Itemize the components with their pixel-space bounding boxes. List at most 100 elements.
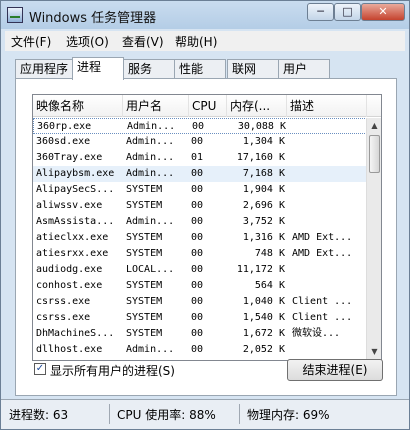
menu-bar: 文件(F) 选项(O) 查看(V) 帮助(H)	[5, 31, 405, 51]
process-row[interactable]: AlipaySecS... SYSTEM 00 1,904 K	[33, 182, 367, 198]
column-user-name[interactable]: 用户名	[123, 95, 189, 117]
process-cell-user: SYSTEM	[126, 280, 163, 291]
end-process-button[interactable]: 结束进程(E)	[287, 359, 383, 381]
process-row[interactable]: AsmAssista... Admin... 00 3,752 K	[33, 214, 367, 230]
process-cell-name: audiodg.exe	[36, 264, 103, 275]
process-cell-name: dllhost.exe	[36, 344, 103, 355]
menu-view[interactable]: 查看(V)	[122, 33, 164, 50]
process-cell-cpu: 00	[192, 121, 205, 132]
process-cell-desc: 微软设...	[292, 328, 341, 339]
process-list-scrollbar[interactable]: ▲ ▼	[366, 118, 381, 360]
show-all-users-checkbox[interactable]: ✓	[34, 363, 46, 375]
column-cpu[interactable]: CPU	[189, 95, 227, 117]
status-physical-memory: 物理内存: 69%	[247, 408, 330, 422]
scroll-down-arrow-icon[interactable]: ▼	[367, 344, 381, 360]
process-cell-name: AsmAssista...	[36, 216, 115, 227]
process-cell-name: 360Tray.exe	[36, 152, 103, 163]
tab-applications[interactable]: 应用程序	[15, 59, 73, 79]
process-cell-cpu: 00	[191, 296, 204, 307]
process-cell-user: Admin...	[126, 344, 175, 355]
column-image-name[interactable]: 映像名称	[33, 95, 123, 117]
tab-processes[interactable]: 进程	[72, 57, 124, 80]
process-cell-mem: 11,172 K	[236, 264, 285, 275]
process-row[interactable]: csrss.exe SYSTEM 00 1,540 K Client ...	[33, 310, 367, 326]
process-cell-user: Admin...	[126, 168, 175, 179]
process-cell-name: Alipaybsm.exe	[36, 168, 115, 179]
process-cell-mem: 1,316 K	[242, 232, 285, 243]
scrollbar-thumb[interactable]	[369, 135, 380, 173]
process-cell-user: SYSTEM	[126, 296, 163, 307]
process-cell-mem: 748 K	[254, 248, 285, 259]
process-cell-cpu: 01	[191, 152, 204, 163]
process-cell-cpu: 00	[191, 232, 204, 243]
task-manager-window: Windows 任务管理器 ─ □ ✕ 文件(F) 选项(O) 查看(V) 帮助…	[0, 0, 410, 430]
process-cell-mem: 7,168 K	[242, 168, 285, 179]
process-row[interactable]: DhMachineS... SYSTEM 00 1,672 K 微软设...	[33, 326, 367, 342]
process-cell-name: csrss.exe	[36, 312, 91, 323]
process-cell-cpu: 00	[191, 264, 204, 275]
menu-options[interactable]: 选项(O)	[66, 33, 109, 50]
process-row[interactable]: atieclxx.exe SYSTEM 00 1,316 K AMD Ext...	[33, 230, 367, 246]
process-row[interactable]: 360Tray.exe Admin... 01 17,160 K	[33, 150, 367, 166]
process-cell-mem: 1,672 K	[242, 328, 285, 339]
process-row[interactable]: 360rp.exe Admin... 00 30,088 K	[33, 118, 367, 134]
process-cell-cpu: 00	[191, 312, 204, 323]
process-row[interactable]: 360sd.exe Admin... 00 1,304 K	[33, 134, 367, 150]
process-row[interactable]: dllhost.exe Admin... 00 2,052 K	[33, 342, 367, 358]
window-title: Windows 任务管理器	[29, 11, 157, 26]
process-cell-user: SYSTEM	[126, 232, 163, 243]
process-cell-mem: 30,088 K	[237, 121, 286, 132]
process-cell-mem: 1,540 K	[242, 312, 285, 323]
menu-help[interactable]: 帮助(H)	[175, 33, 217, 50]
process-cell-name: 360rp.exe	[37, 121, 92, 132]
close-button[interactable]: ✕	[361, 3, 405, 21]
task-manager-icon	[7, 7, 23, 23]
menu-file[interactable]: 文件(F)	[11, 33, 51, 50]
scroll-up-arrow-icon[interactable]: ▲	[367, 118, 381, 134]
show-all-users-label: 显示所有用户的进程(S)	[50, 364, 175, 378]
process-cell-user: SYSTEM	[126, 200, 163, 211]
status-divider	[109, 404, 110, 424]
process-cell-user: SYSTEM	[126, 248, 163, 259]
process-cell-mem: 2,052 K	[242, 344, 285, 355]
process-row[interactable]: audiodg.exe LOCAL... 00 11,172 K	[33, 262, 367, 278]
process-row[interactable]: aliwssv.exe SYSTEM 00 2,696 K	[33, 198, 367, 214]
process-cell-mem: 1,040 K	[242, 296, 285, 307]
process-cell-cpu: 00	[191, 216, 204, 227]
column-memory[interactable]: 内存(...	[227, 95, 287, 117]
process-cell-cpu: 00	[191, 184, 204, 195]
tab-networking[interactable]: 联网	[227, 59, 279, 79]
process-cell-cpu: 00	[191, 200, 204, 211]
status-cpu-usage: CPU 使用率: 88%	[117, 408, 216, 422]
process-cell-name: atiesrxx.exe	[36, 248, 109, 259]
tab-strip: 应用程序 进程 服务 性能 联网 用户	[15, 57, 395, 80]
process-row[interactable]: conhost.exe SYSTEM 00 564 K	[33, 278, 367, 294]
process-cell-name: 360sd.exe	[36, 136, 91, 147]
process-cell-cpu: 00	[191, 136, 204, 147]
process-cell-user: SYSTEM	[126, 312, 163, 323]
process-cell-mem: 17,160 K	[236, 152, 285, 163]
process-cell-desc: AMD Ext...	[292, 248, 353, 259]
process-cell-desc: Client ...	[292, 296, 353, 307]
tab-services[interactable]: 服务	[123, 59, 175, 79]
process-cell-mem: 1,904 K	[242, 184, 285, 195]
maximize-button[interactable]: □	[334, 3, 361, 21]
tab-users[interactable]: 用户	[278, 59, 330, 79]
process-cell-name: AlipaySecS...	[36, 184, 115, 195]
process-cell-mem: 2,696 K	[242, 200, 285, 211]
process-row[interactable]: atiesrxx.exe SYSTEM 00 748 K AMD Ext...	[33, 246, 367, 262]
process-cell-user: Admin...	[126, 216, 175, 227]
process-row[interactable]: Alipaybsm.exe Admin... 00 7,168 K	[33, 166, 367, 182]
minimize-button[interactable]: ─	[307, 3, 334, 21]
process-cell-name: csrss.exe	[36, 296, 91, 307]
title-bar[interactable]: Windows 任务管理器 ─ □ ✕	[1, 1, 409, 29]
process-cell-user: SYSTEM	[126, 328, 163, 339]
process-cell-cpu: 00	[191, 328, 204, 339]
process-cell-cpu: 00	[191, 344, 204, 355]
process-cell-name: atieclxx.exe	[36, 232, 109, 243]
process-list-body: 360rp.exe Admin... 00 30,088 K 360sd.exe Admi…	[33, 118, 367, 360]
process-list[interactable]: 映像名称 用户名 CPU 内存(... 描述 360rp.exe Admin...…	[32, 94, 382, 361]
process-row[interactable]: csrss.exe SYSTEM 00 1,040 K Client ...	[33, 294, 367, 310]
column-description[interactable]: 描述	[287, 95, 367, 117]
tab-performance[interactable]: 性能	[174, 59, 226, 79]
